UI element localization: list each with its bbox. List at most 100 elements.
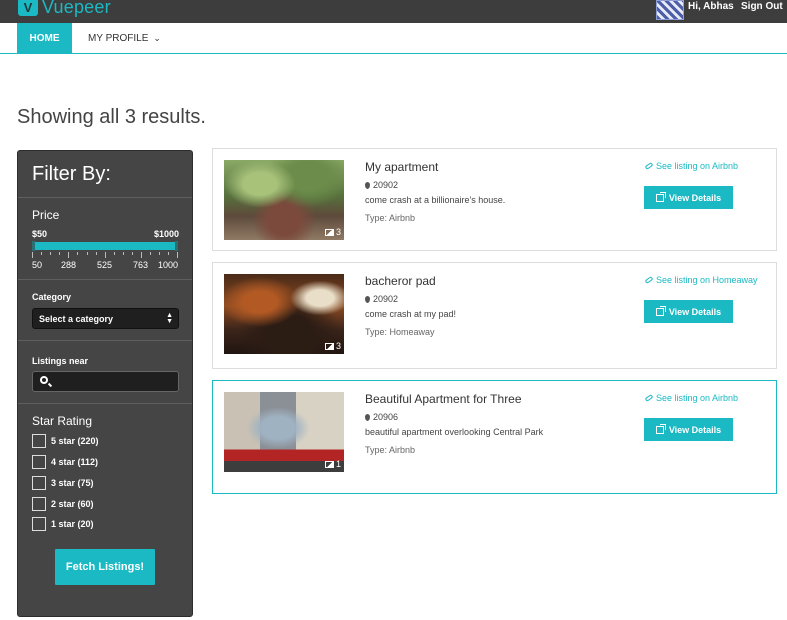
- fetch-listings-button[interactable]: Fetch Listings!: [55, 549, 155, 585]
- external-listing-link-label: See listing on Airbnb: [656, 393, 739, 403]
- price-tick-label: 525: [97, 260, 113, 270]
- star-option-label: 3 star (75): [51, 477, 94, 488]
- star-filter-1[interactable]: 1 star (20): [32, 516, 94, 531]
- category-label: Category: [32, 292, 72, 302]
- listing-description: come crash at a billionaire's house.: [365, 195, 506, 205]
- external-link-icon: [655, 305, 666, 316]
- external-link-icon: [655, 423, 666, 434]
- divider: [18, 197, 192, 198]
- price-max-label: $1000: [154, 229, 180, 239]
- price-slider-ticks: [32, 252, 178, 260]
- listing-card: 1 Beautiful Apartment for Three 20906 be…: [212, 380, 777, 494]
- star-checkbox[interactable]: [32, 454, 46, 469]
- nav-home[interactable]: HOME: [17, 23, 72, 54]
- listing-photo[interactable]: 1: [224, 392, 344, 472]
- filter-title: Filter By:: [32, 163, 111, 185]
- nav-my-profile-label: MY PROFILE: [88, 33, 149, 44]
- star-option-label: 2 star (60): [51, 498, 94, 509]
- price-min-label: $50: [32, 229, 48, 239]
- listing-zip: 20906: [365, 412, 398, 422]
- price-tick-label: 763: [133, 260, 149, 270]
- image-icon: [324, 342, 334, 350]
- external-link-icon: [655, 191, 666, 202]
- listing-description: come crash at my pad!: [365, 309, 457, 319]
- listing-zip: 20902: [365, 180, 398, 190]
- divider: [18, 403, 192, 404]
- photo-count-badge: 3: [324, 227, 341, 237]
- listing-type: Type: Airbnb: [365, 213, 416, 223]
- avatar[interactable]: [656, 0, 684, 20]
- star-checkbox[interactable]: [32, 496, 46, 511]
- star-option-label: 4 star (112): [51, 456, 99, 467]
- view-details-label: View Details: [668, 424, 722, 435]
- photo-count-badge: 3: [324, 341, 341, 351]
- listing-photo[interactable]: 3: [224, 274, 344, 354]
- location-search-input[interactable]: [32, 371, 179, 392]
- listing-zip-value: 20902: [373, 180, 399, 190]
- listing-title: My apartment: [365, 160, 439, 174]
- link-icon: [644, 394, 654, 402]
- filter-sidebar: Filter By: Price $50 $1000 50 288 525 76…: [17, 150, 193, 617]
- listing-zip: 20902: [365, 294, 398, 304]
- listing-photo[interactable]: 3: [224, 160, 344, 240]
- star-filter-2[interactable]: 2 star (60): [32, 496, 94, 511]
- star-rating-label: Star Rating: [32, 414, 93, 428]
- image-icon: [324, 228, 334, 236]
- link-icon: [644, 276, 654, 284]
- chevron-down-icon: ⌄: [153, 33, 161, 43]
- main-nav: HOME MY PROFILE ⌄: [0, 23, 787, 54]
- link-icon: [644, 162, 654, 170]
- price-label: Price: [32, 208, 60, 222]
- view-details-button[interactable]: View Details: [644, 300, 733, 323]
- results-heading: Showing all 3 results.: [17, 106, 206, 128]
- top-bar: V Vuepeer Hi, Abhas Sign Out: [0, 0, 787, 23]
- price-slider-min-handle[interactable]: [32, 241, 35, 251]
- price-tick-label: 1000: [158, 260, 179, 270]
- photo-count: 1: [335, 459, 341, 469]
- brand-name: Vuepeer: [42, 0, 111, 17]
- star-filter-4[interactable]: 4 star (112): [32, 454, 98, 469]
- external-listing-link[interactable]: See listing on Airbnb: [644, 393, 739, 403]
- listing-title: Beautiful Apartment for Three: [365, 392, 522, 406]
- external-listing-link[interactable]: See listing on Airbnb: [644, 161, 739, 171]
- listing-zip-value: 20902: [373, 294, 399, 304]
- sign-out-link[interactable]: Sign Out: [741, 1, 783, 12]
- search-icon: [40, 376, 48, 384]
- view-details-button[interactable]: View Details: [644, 186, 733, 209]
- external-listing-link-label: See listing on Airbnb: [656, 161, 739, 171]
- star-option-label: 5 star (220): [51, 435, 99, 446]
- external-listing-link-label: See listing on Homeaway: [656, 275, 758, 285]
- price-tick-label: 50: [32, 260, 43, 270]
- app-logo[interactable]: V Vuepeer: [18, 0, 111, 18]
- external-listing-link[interactable]: See listing on Homeaway: [644, 275, 758, 285]
- view-details-label: View Details: [668, 306, 722, 317]
- image-icon: [324, 460, 334, 468]
- category-select[interactable]: Select a category ▲ ▼: [32, 308, 179, 329]
- listing-type: Type: Homeaway: [365, 327, 435, 337]
- price-slider-track[interactable]: [32, 242, 178, 250]
- select-arrows-icon: ▲ ▼: [166, 312, 173, 325]
- star-filter-3[interactable]: 3 star (75): [32, 475, 94, 490]
- star-option-label: 1 star (20): [51, 518, 94, 529]
- listing-description: beautiful apartment overlooking Central …: [365, 427, 544, 437]
- user-greeting: Hi, Abhas: [688, 1, 734, 12]
- divider: [18, 279, 192, 280]
- star-checkbox[interactable]: [32, 433, 46, 448]
- star-checkbox[interactable]: [32, 475, 46, 490]
- price-tick-label: 288: [61, 260, 77, 270]
- map-pin-icon: [365, 181, 370, 189]
- listing-card: 3 bacheror pad 20902 come crash at my pa…: [212, 262, 777, 369]
- listings-near-label: Listings near: [32, 356, 89, 366]
- logo-icon: V: [18, 0, 38, 16]
- nav-my-profile[interactable]: MY PROFILE ⌄: [88, 33, 161, 44]
- view-details-button[interactable]: View Details: [644, 418, 733, 441]
- price-slider-max-handle[interactable]: [175, 241, 178, 251]
- map-pin-icon: [365, 413, 370, 421]
- photo-count: 3: [335, 227, 341, 237]
- star-filter-5[interactable]: 5 star (220): [32, 433, 99, 448]
- star-checkbox[interactable]: [32, 516, 46, 531]
- listing-type: Type: Airbnb: [365, 445, 416, 455]
- map-pin-icon: [365, 295, 370, 303]
- listing-title: bacheror pad: [365, 274, 436, 288]
- divider: [18, 340, 192, 341]
